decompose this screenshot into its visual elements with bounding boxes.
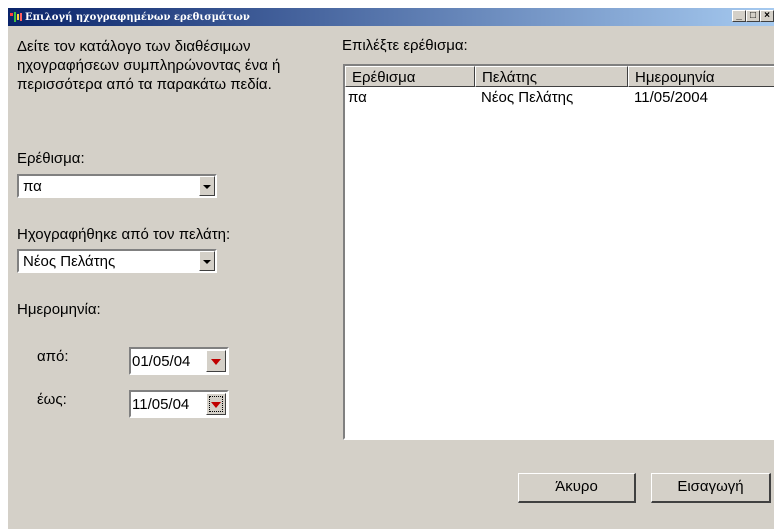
client-dropdown-button[interactable] <box>199 251 215 271</box>
from-date-dropdown-button[interactable] <box>206 350 226 372</box>
stimulus-dropdown-button[interactable] <box>199 176 215 196</box>
instructions-text: Δείτε τον κατάλογο των διαθέσιμων ηχογρα… <box>17 38 281 93</box>
insert-button[interactable]: Εισαγωγή <box>651 473 771 503</box>
column-header-client[interactable]: Πελάτης <box>475 66 628 87</box>
row-client-cell: Νέος Πελάτης <box>481 89 574 106</box>
stimulus-combo[interactable]: πα <box>17 174 217 198</box>
cancel-button[interactable]: Άκυρο <box>518 473 636 503</box>
close-button[interactable]: × <box>760 10 774 22</box>
to-date-value: 11/05/04 <box>132 396 190 413</box>
dialog-window: Επιλογή ηχογραφημένων ερεθισμάτων _ □ × … <box>8 8 774 529</box>
row-date-cell: 11/05/2004 <box>634 89 708 106</box>
title-bar[interactable]: Επιλογή ηχογραφημένων ερεθισμάτων _ □ × <box>8 8 774 26</box>
column-header-stimulus[interactable]: Ερέθισμα <box>345 66 475 87</box>
column-header-date[interactable]: Ημερομηνία <box>628 66 774 87</box>
client-combo[interactable]: Νέος Πελάτης <box>17 249 217 273</box>
from-label: από: <box>37 348 69 365</box>
row-stimulus-cell: πα <box>348 89 367 106</box>
chevron-down-icon <box>211 359 221 365</box>
to-date-picker[interactable]: 11/05/04 <box>129 390 229 418</box>
from-date-value: 01/05/04 <box>132 353 191 370</box>
from-date-picker[interactable]: 01/05/04 <box>129 347 229 375</box>
date-label: Ημερομηνία: <box>17 301 101 318</box>
stimulus-list[interactable]: Ερέθισμα Πελάτης Ημερομηνία πα Νέος Πελά… <box>343 64 774 440</box>
minimize-button[interactable]: _ <box>732 10 746 22</box>
client-label: Ηχογραφήθηκε από τον πελάτη: <box>17 226 231 243</box>
chevron-down-icon <box>211 402 221 408</box>
select-stimulus-label: Επιλέξτε ερέθισμα: <box>342 37 468 54</box>
to-label: έως: <box>37 391 67 408</box>
chevron-down-icon <box>203 260 211 264</box>
chevron-down-icon <box>203 185 211 189</box>
client-value: Νέος Πελάτης <box>23 253 116 270</box>
window-title: Επιλογή ηχογραφημένων ερεθισμάτων <box>25 11 250 23</box>
app-icon <box>10 12 23 22</box>
maximize-button[interactable]: □ <box>746 10 760 22</box>
table-row[interactable]: πα Νέος Πελάτης 11/05/2004 <box>345 88 774 108</box>
stimulus-value: πα <box>23 178 42 195</box>
to-date-dropdown-button[interactable] <box>206 393 226 415</box>
stimulus-label: Ερέθισμα: <box>17 150 85 167</box>
